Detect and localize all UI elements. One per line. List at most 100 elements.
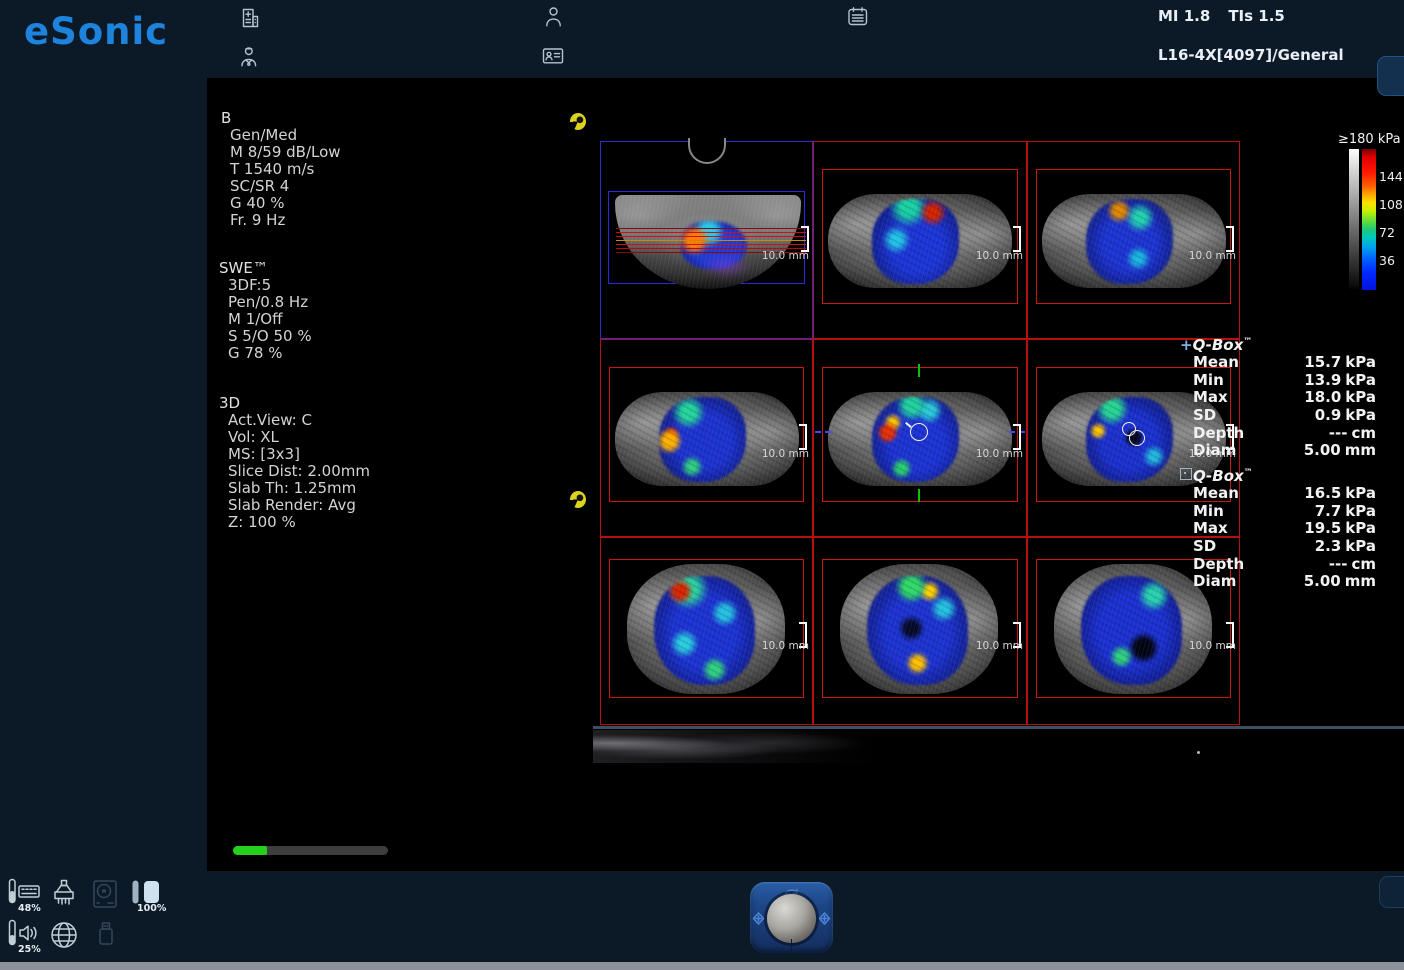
scale-label: 10.0 mm <box>976 250 1023 262</box>
qbox-roi-circle-1[interactable] <box>910 423 928 441</box>
scale-bracket <box>1013 424 1021 450</box>
harddisk-indicator[interactable] <box>92 879 118 909</box>
param-line: G 78 % <box>219 345 312 362</box>
bmode-title: B <box>221 110 341 127</box>
elastogram-overlay <box>654 576 755 685</box>
param-line: T 1540 m/s <box>221 161 341 178</box>
mi-value: MI 1.8 <box>1158 7 1210 25</box>
scale-bracket <box>1013 226 1021 252</box>
qbox-row: SD2.3kPa <box>1180 538 1376 556</box>
qbox-row: Mean16.5kPa <box>1180 485 1376 503</box>
plane-separator-line <box>593 726 1404 729</box>
tis-value: TIs 1.5 <box>1228 7 1285 25</box>
qbox-roi-circle-2b[interactable] <box>1129 430 1145 446</box>
measure-value: 15.7kPa <box>1304 354 1376 372</box>
slice-cell-r3c2[interactable]: 10.0 mm <box>813 537 1027 725</box>
measure-label: Min <box>1193 503 1224 521</box>
worksheet-button[interactable] <box>846 5 870 29</box>
operator-button[interactable] <box>237 45 261 69</box>
measure-label: Diam <box>1193 573 1236 591</box>
scale-label: 10.0 mm <box>1189 250 1236 262</box>
qbox2-title: Q-Box™ <box>1180 467 1376 485</box>
move-right-icon[interactable] <box>818 910 831 929</box>
bmode-parameters: B Gen/Med M 8/59 dB/Low T 1540 m/s SC/SR… <box>221 110 341 229</box>
param-line: M 8/59 dB/Low <box>221 144 341 161</box>
axis-tick-green <box>918 489 920 502</box>
slice-cell-r2c2-active[interactable]: 10.0 mm <box>813 339 1027 537</box>
trackball-ball[interactable] <box>767 894 816 943</box>
probe-preset-label: L16-4X[4097]/General <box>1158 46 1344 64</box>
measure-value: 2.3kPa <box>1315 538 1376 556</box>
scale-label: 10.0 mm <box>1189 640 1236 652</box>
qbox1-title: +Q-Box™ <box>1180 336 1376 354</box>
slice-cell-r1c2[interactable]: 10.0 mm <box>813 141 1027 339</box>
measure-label: Max <box>1193 520 1228 538</box>
param-line: M 1/Off <box>219 311 312 328</box>
swe-title: SWE™ <box>219 260 312 277</box>
notepad-icon <box>846 5 870 29</box>
right-drawer-tab-bottom[interactable] <box>1379 876 1404 908</box>
param-line: MS: [3x3] <box>219 446 370 463</box>
measure-label: Max <box>1193 389 1228 407</box>
ultrasound-slice-image <box>828 194 1012 288</box>
slice-position-line <box>616 236 806 237</box>
slice-position-line-active <box>616 240 806 241</box>
bottom-edge-strip <box>0 962 1404 970</box>
measure-value: 19.5kPa <box>1304 520 1376 538</box>
measure-label: Depth <box>1193 556 1244 574</box>
slice-position-line <box>616 228 806 229</box>
volume-button[interactable] <box>8 919 48 947</box>
elastogram-overlay <box>699 253 753 279</box>
ultrasound-slice-image <box>615 392 799 486</box>
battery-indicator[interactable] <box>131 879 165 905</box>
measure-value: 5.00mm <box>1304 573 1376 591</box>
grayscale-bar <box>1349 149 1359 290</box>
slice-cell-reference[interactable]: 10.0 mm <box>600 141 813 339</box>
qbox-row: Max 18.0kPa <box>1180 389 1376 407</box>
scale-bracket <box>799 424 807 450</box>
network-button[interactable] <box>48 919 80 951</box>
clean-button[interactable] <box>48 877 80 909</box>
scale-bracket <box>1226 226 1234 252</box>
elastogram-overlay <box>1086 199 1172 285</box>
elastogram-overlay <box>867 576 968 685</box>
trackball-control[interactable] <box>750 882 833 953</box>
right-drawer-tab-top[interactable] <box>1377 56 1404 96</box>
patient-id-button[interactable] <box>541 44 565 68</box>
qbox-panel-1: +Q-Box™ Mean15.7kPa Min13.9kPa Max18.0kP… <box>1180 336 1376 460</box>
measure-value: ---cm <box>1329 425 1376 443</box>
volume-level-label: 25% <box>18 944 41 955</box>
move-left-icon[interactable] <box>752 910 765 929</box>
brush-icon <box>48 877 80 909</box>
scale-tick: 36 <box>1379 253 1395 268</box>
scale-label: 10.0 mm <box>976 640 1023 652</box>
axis-tick-green <box>918 364 920 377</box>
network-globe-icon <box>48 919 80 951</box>
patient-button[interactable] <box>542 5 566 29</box>
measure-label: Diam <box>1193 442 1236 460</box>
hospital-button[interactable] <box>237 6 261 30</box>
esonic-logo: eSonic <box>24 10 168 53</box>
keyboard-backlight-button[interactable] <box>8 878 48 904</box>
param-line: Z: 100 % <box>219 514 370 531</box>
slice-cell-r1c3[interactable]: 10.0 mm <box>1027 141 1240 339</box>
plus-marker-icon: + <box>1180 336 1193 354</box>
usb-icon <box>95 920 117 950</box>
slice-position-line <box>616 244 806 245</box>
slice-cell-r3c1[interactable]: 10.0 mm <box>600 537 813 725</box>
scale-tick: 144 <box>1379 169 1403 184</box>
slice-position-line <box>616 248 806 249</box>
trackball-divider <box>791 939 792 953</box>
measure-value: 18.0kPa <box>1304 389 1376 407</box>
measure-value: 13.9kPa <box>1304 372 1376 390</box>
qbox-panel-2: Q-Box™ Mean16.5kPa Min7.7kPa Max19.5kPa … <box>1180 467 1376 591</box>
square-marker-icon <box>1180 468 1192 480</box>
ultrasound-system-screen: eSonic MI 1.8TIs 1.5 L16-4X[4097]/Ge <box>0 0 1404 970</box>
threed-title: 3D <box>219 395 370 412</box>
slice-cell-r2c1[interactable]: 10.0 mm <box>600 339 813 537</box>
elastogram-overlay <box>872 199 958 285</box>
usb-indicator[interactable] <box>95 920 117 950</box>
hospital-icon <box>237 6 261 30</box>
volume-icon <box>8 919 48 947</box>
threed-parameters: 3D Act.View: C Vol: XL MS: [3x3] Slice D… <box>219 395 370 531</box>
